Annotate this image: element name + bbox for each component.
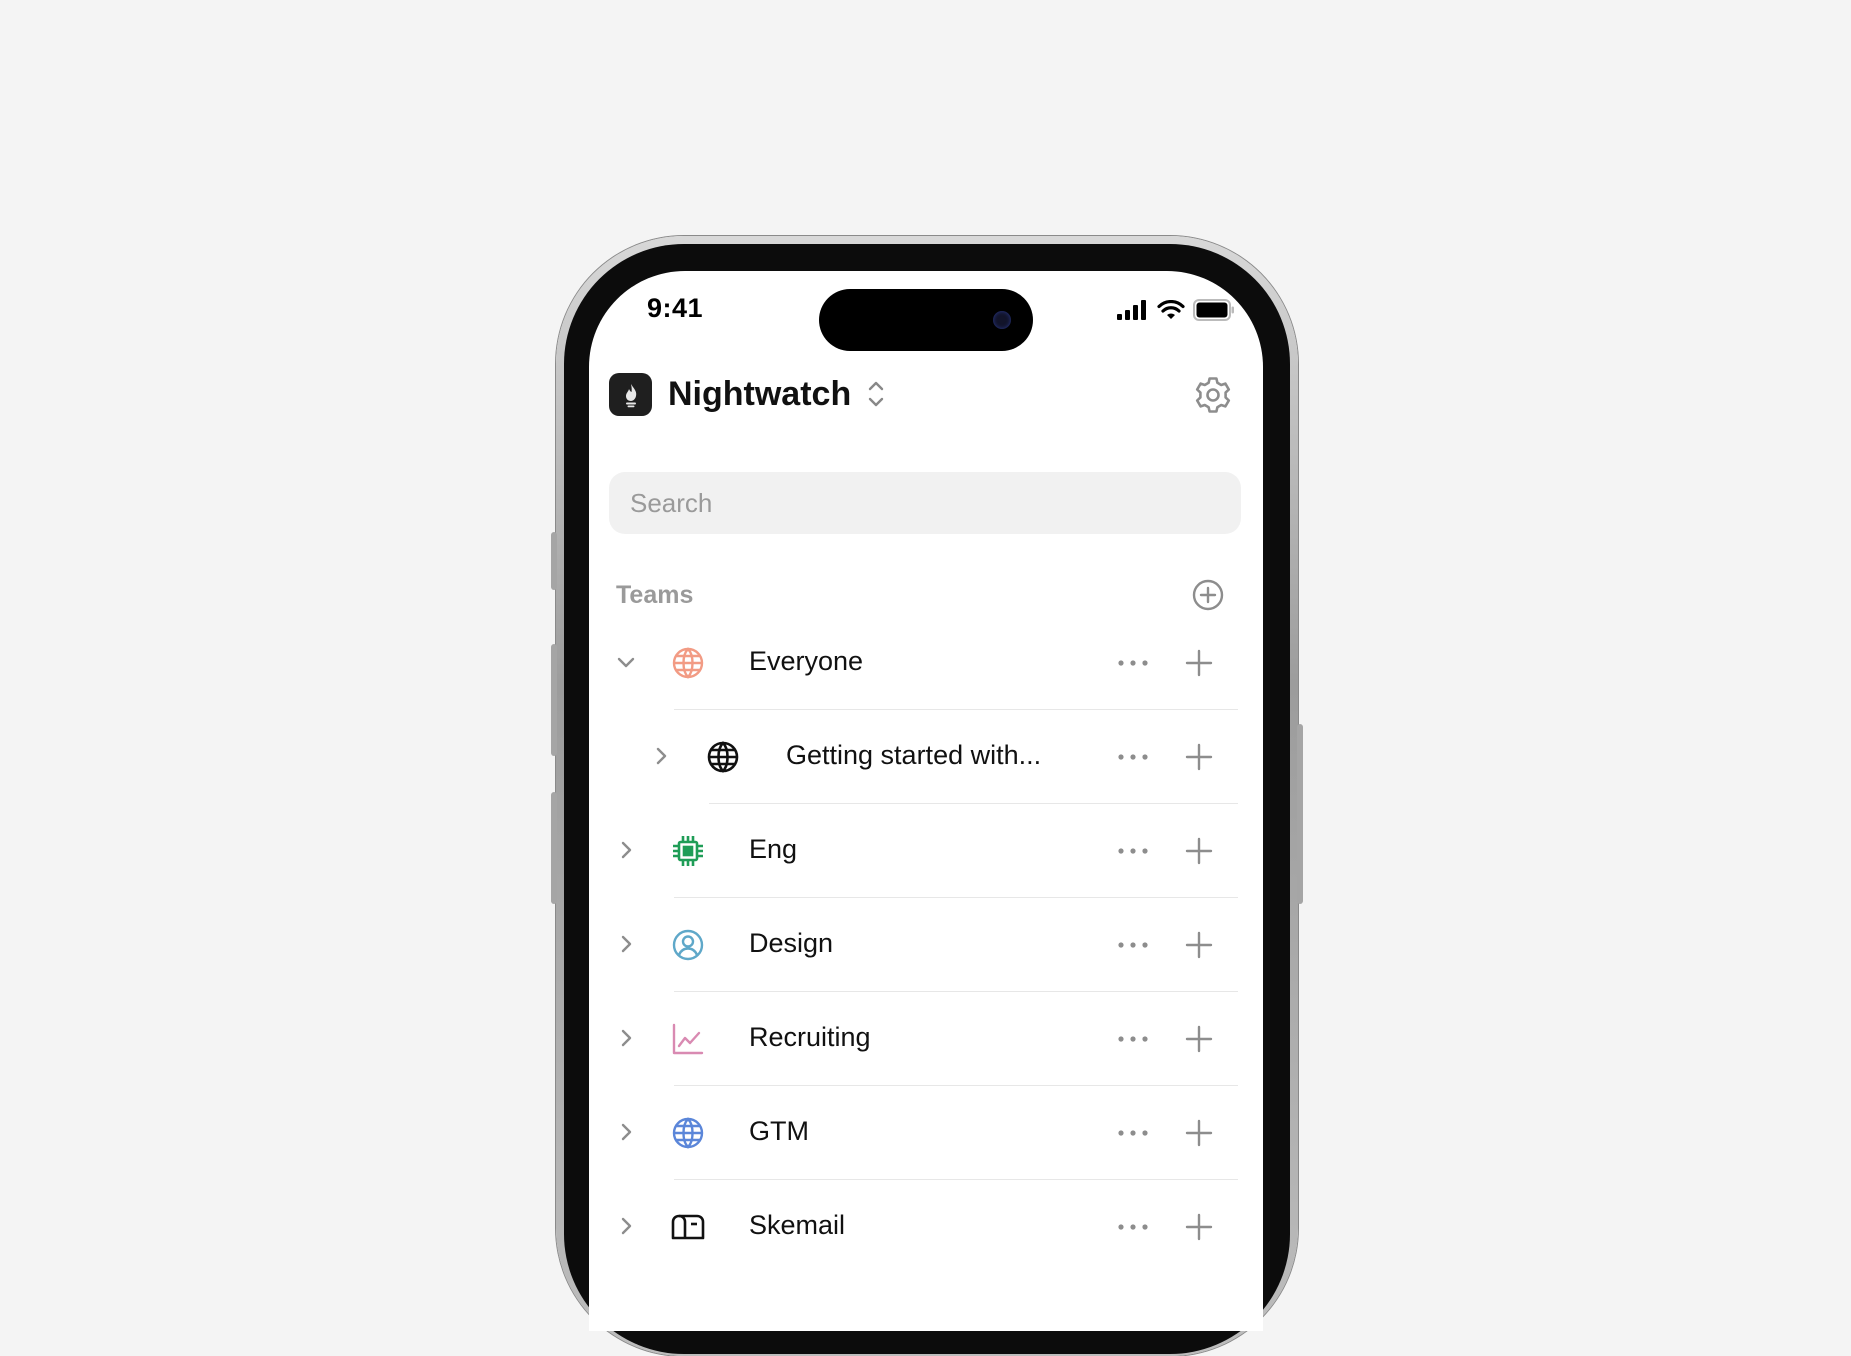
chevron-right-icon[interactable] xyxy=(614,1120,638,1144)
app-logo[interactable] xyxy=(609,373,652,416)
team-row-design[interactable]: Design xyxy=(589,898,1263,992)
status-icons xyxy=(1117,299,1235,321)
team-label: Eng xyxy=(749,834,798,864)
globe-icon xyxy=(672,1117,704,1149)
chevron-down-icon[interactable] xyxy=(614,650,638,674)
plus-circle-icon[interactable] xyxy=(1191,578,1225,612)
team-label: GTM xyxy=(749,1116,809,1146)
chevron-right-icon[interactable] xyxy=(614,932,638,956)
team-row-getting-started[interactable]: Getting started with... xyxy=(589,710,1263,804)
chevron-up-down-icon[interactable] xyxy=(867,379,885,409)
battery-icon xyxy=(1193,299,1234,321)
teams-section-title: Teams xyxy=(616,581,694,609)
flame-logo-icon xyxy=(625,383,636,407)
globe-icon xyxy=(672,647,704,679)
plus-icon[interactable] xyxy=(1183,647,1215,679)
plus-icon[interactable] xyxy=(1183,1023,1215,1055)
team-row-recruiting[interactable]: Recruiting xyxy=(589,992,1263,1086)
chevron-right-icon[interactable] xyxy=(649,744,673,768)
team-row-gtm[interactable]: GTM xyxy=(589,1086,1263,1180)
plus-icon[interactable] xyxy=(1183,1211,1215,1243)
app-header: Nightwatch xyxy=(609,371,1241,419)
status-time: 9:41 xyxy=(647,293,704,323)
wifi-icon xyxy=(1157,300,1185,319)
chevron-right-icon[interactable] xyxy=(614,1026,638,1050)
chip-icon xyxy=(673,836,703,866)
plus-icon[interactable] xyxy=(1183,929,1215,961)
phone-side-button xyxy=(1297,724,1303,904)
more-options-icon[interactable] xyxy=(1115,931,1151,959)
more-options-icon[interactable] xyxy=(1115,1025,1151,1053)
plus-icon[interactable] xyxy=(1183,835,1215,867)
line-chart-icon xyxy=(672,1023,704,1055)
phone-side-button xyxy=(551,644,557,756)
team-label: Getting started with... xyxy=(786,740,1042,770)
team-row-eng[interactable]: Eng xyxy=(589,804,1263,898)
more-options-icon[interactable] xyxy=(1115,649,1151,677)
globe-icon xyxy=(707,741,739,773)
chevron-right-icon[interactable] xyxy=(614,1214,638,1238)
camera-lens xyxy=(993,311,1011,329)
more-options-icon[interactable] xyxy=(1115,1213,1151,1241)
team-label: Design xyxy=(749,928,834,958)
phone-screen: 9:41 Nightwatch Search Teams Everyone Ge… xyxy=(589,271,1263,1331)
app-title[interactable]: Nightwatch xyxy=(668,375,851,414)
mailbox-icon xyxy=(671,1214,705,1240)
team-label: Everyone xyxy=(749,646,864,676)
plus-icon[interactable] xyxy=(1183,1117,1215,1149)
cellular-signal-icon xyxy=(1117,300,1146,320)
team-row-skemail[interactable]: Skemail xyxy=(589,1180,1263,1274)
dynamic-island xyxy=(819,289,1033,351)
team-label: Skemail xyxy=(749,1210,846,1240)
gear-icon[interactable] xyxy=(1191,373,1235,417)
more-options-icon[interactable] xyxy=(1115,743,1151,771)
phone-side-button xyxy=(551,532,557,590)
more-options-icon[interactable] xyxy=(1115,837,1151,865)
more-options-icon[interactable] xyxy=(1115,1119,1151,1147)
user-circle-icon xyxy=(672,929,704,961)
search-input[interactable] xyxy=(609,472,1241,534)
team-row-everyone[interactable]: Everyone xyxy=(589,616,1263,710)
chevron-right-icon[interactable] xyxy=(614,838,638,862)
team-label: Recruiting xyxy=(749,1022,871,1052)
plus-icon[interactable] xyxy=(1183,741,1215,773)
phone-side-button xyxy=(551,792,557,904)
